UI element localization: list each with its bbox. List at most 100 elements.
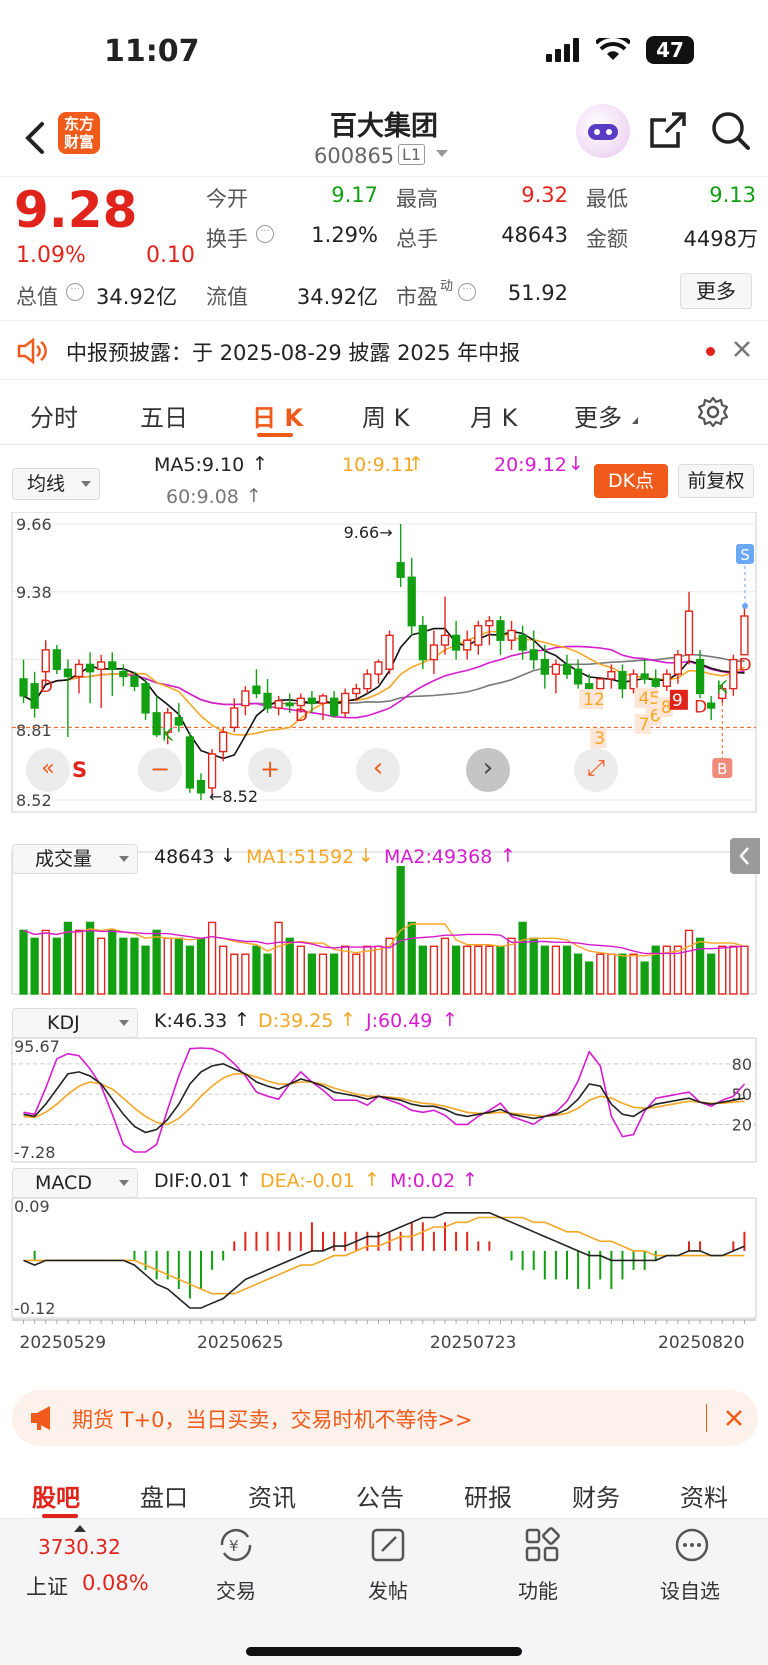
tab-research[interactable]: 研报 bbox=[464, 1478, 512, 1513]
candle-up bbox=[474, 624, 483, 646]
tab-more[interactable]: 更多 bbox=[574, 398, 622, 433]
tab-guba[interactable]: 股吧 bbox=[32, 1478, 80, 1513]
volume-bar-down bbox=[496, 945, 505, 995]
volume-bar-up bbox=[207, 921, 217, 995]
tab-finance[interactable]: 财务 bbox=[572, 1478, 620, 1513]
volume-bar-up bbox=[740, 945, 749, 995]
volume-ma1-down-arrow-icon: ↓ bbox=[358, 845, 374, 867]
x-tick-label: 20250529 bbox=[20, 1333, 107, 1353]
ma-select[interactable]: 均线 bbox=[12, 468, 100, 500]
notice-bar[interactable]: 中报预披露：于 2025-08-29 披露 2025 年中报 bbox=[0, 320, 768, 380]
dk-point-button[interactable]: DK点 bbox=[594, 464, 668, 498]
tab-daily-k[interactable]: 日 K bbox=[252, 398, 303, 433]
function-label[interactable]: 功能 bbox=[518, 1575, 558, 1604]
search-icon[interactable] bbox=[710, 110, 752, 156]
wifi-icon bbox=[594, 33, 632, 66]
volume-bar-down bbox=[130, 937, 139, 995]
robot-assistant-icon[interactable] bbox=[576, 104, 630, 158]
volume-bar-down bbox=[174, 937, 183, 995]
mcap-label: 总值 bbox=[16, 285, 58, 309]
volume-bar-down bbox=[418, 945, 427, 995]
candle-up bbox=[607, 670, 616, 680]
tab-announcement[interactable]: 公告 bbox=[356, 1478, 404, 1513]
volume-ma1: MA1:51592 bbox=[246, 846, 355, 868]
candle-up bbox=[274, 700, 283, 709]
macd-min-label: -0.12 bbox=[14, 1299, 55, 1318]
scroll-start-button[interactable]: « bbox=[26, 748, 70, 792]
home-indicator bbox=[246, 1647, 522, 1656]
volume-bar-up bbox=[74, 929, 84, 995]
zoom-in-button[interactable]: + bbox=[248, 748, 292, 792]
volume-bar-up bbox=[718, 945, 727, 995]
volume-select-arrow-icon bbox=[119, 856, 129, 862]
tab-weekly-k[interactable]: 周 K bbox=[362, 398, 409, 433]
index-up-icon bbox=[74, 1525, 86, 1532]
candle-up bbox=[363, 673, 372, 690]
zoom-out-button[interactable]: − bbox=[138, 748, 182, 792]
volume-down-arrow-icon: ↓ bbox=[220, 845, 236, 867]
volume-bar-down bbox=[407, 921, 416, 995]
watchlist-icon[interactable] bbox=[674, 1527, 710, 1567]
k-line-chart[interactable]: 9.669.388.818.529.66→←8.52DKD123456 8 97DK… bbox=[0, 512, 768, 1376]
tab-monthly-k[interactable]: 月 K bbox=[470, 398, 517, 433]
volume-bar-up bbox=[374, 945, 383, 995]
kdj-select[interactable]: KDJ bbox=[12, 1008, 138, 1038]
sell-signal-marker: S bbox=[740, 546, 750, 564]
level-badge[interactable]: L1 bbox=[398, 144, 426, 165]
kdj-k: K:46.33 bbox=[154, 1010, 228, 1032]
close-icon[interactable] bbox=[732, 339, 752, 363]
candle-up bbox=[596, 678, 605, 690]
candle-up bbox=[97, 661, 106, 670]
candle-up bbox=[684, 610, 694, 656]
collapse-panel-icon[interactable] bbox=[730, 838, 760, 874]
open-label: 今开 bbox=[206, 187, 248, 211]
share-icon[interactable] bbox=[648, 110, 688, 154]
tab-intraday[interactable]: 分时 bbox=[30, 398, 78, 433]
level-dropdown-icon[interactable] bbox=[436, 150, 448, 157]
trade-label[interactable]: 交易 bbox=[216, 1575, 256, 1604]
price-tick-label: 9.66 bbox=[16, 515, 52, 534]
signal-label-12: 12 bbox=[583, 690, 605, 710]
settings-gear-icon[interactable] bbox=[696, 395, 730, 433]
volume-bar-down bbox=[263, 953, 272, 995]
index-value[interactable]: 3730.32 bbox=[38, 1535, 121, 1559]
more-button[interactable]: 更多 bbox=[680, 273, 752, 309]
promo-banner[interactable]: 期货 T+0，当日买卖，交易时机不等待>> bbox=[12, 1390, 758, 1446]
function-grid-icon[interactable] bbox=[524, 1527, 560, 1567]
volume-bar-down bbox=[573, 953, 583, 995]
change-percent: 1.09% bbox=[16, 243, 86, 268]
post-icon[interactable] bbox=[370, 1527, 406, 1567]
quote-panel: 9.28 1.09% 0.10 总值 ··· 34.92亿 今开 9.17 换手… bbox=[0, 176, 768, 320]
volume-bar-down bbox=[640, 961, 649, 995]
candle-down bbox=[529, 649, 538, 661]
promo-close-icon[interactable] bbox=[724, 1408, 744, 1432]
chart-area[interactable]: 均线 MA5:9.10 ↑ 10:9.11 ↑ 20:9.12 ↓ 60:9.0… bbox=[0, 452, 768, 1376]
tab-profile[interactable]: 资料 bbox=[680, 1478, 728, 1513]
promo-text: 期货 T+0，当日买卖，交易时机不等待>> bbox=[72, 1408, 473, 1432]
trade-icon[interactable]: ¥ bbox=[216, 1527, 256, 1567]
pe-info-icon[interactable]: ··· bbox=[458, 283, 476, 301]
volume-bar-up bbox=[507, 937, 516, 995]
candle-down bbox=[252, 685, 261, 695]
volume-bar-up bbox=[474, 945, 483, 995]
mcap-info-icon[interactable]: ··· bbox=[66, 283, 84, 301]
pan-left-button[interactable]: ‹ bbox=[356, 748, 400, 792]
fullscreen-button[interactable]: ⤢ bbox=[574, 748, 618, 792]
pan-right-button[interactable]: › bbox=[466, 748, 510, 792]
signal-label-D: D bbox=[40, 677, 53, 697]
volume-select[interactable]: 成交量 bbox=[12, 844, 138, 874]
ma20-label: 20:9.12 bbox=[494, 454, 567, 476]
post-label[interactable]: 发帖 bbox=[368, 1575, 408, 1604]
candle-down bbox=[285, 702, 294, 707]
adjust-button[interactable]: 前复权 bbox=[678, 464, 754, 498]
ma10-up-arrow-icon: ↑ bbox=[408, 453, 424, 475]
turnover-info-icon[interactable]: ··· bbox=[256, 225, 274, 243]
watchlist-label[interactable]: 设自选 bbox=[660, 1575, 720, 1604]
tab-news[interactable]: 资讯 bbox=[248, 1478, 296, 1513]
macd-select[interactable]: MACD bbox=[12, 1168, 138, 1198]
tab-pankou[interactable]: 盘口 bbox=[140, 1478, 188, 1513]
tab-five-day[interactable]: 五日 bbox=[140, 398, 188, 433]
volume-bar-up bbox=[219, 945, 228, 995]
candle-up bbox=[385, 634, 394, 670]
index-name[interactable]: 上证 bbox=[26, 1571, 68, 1601]
